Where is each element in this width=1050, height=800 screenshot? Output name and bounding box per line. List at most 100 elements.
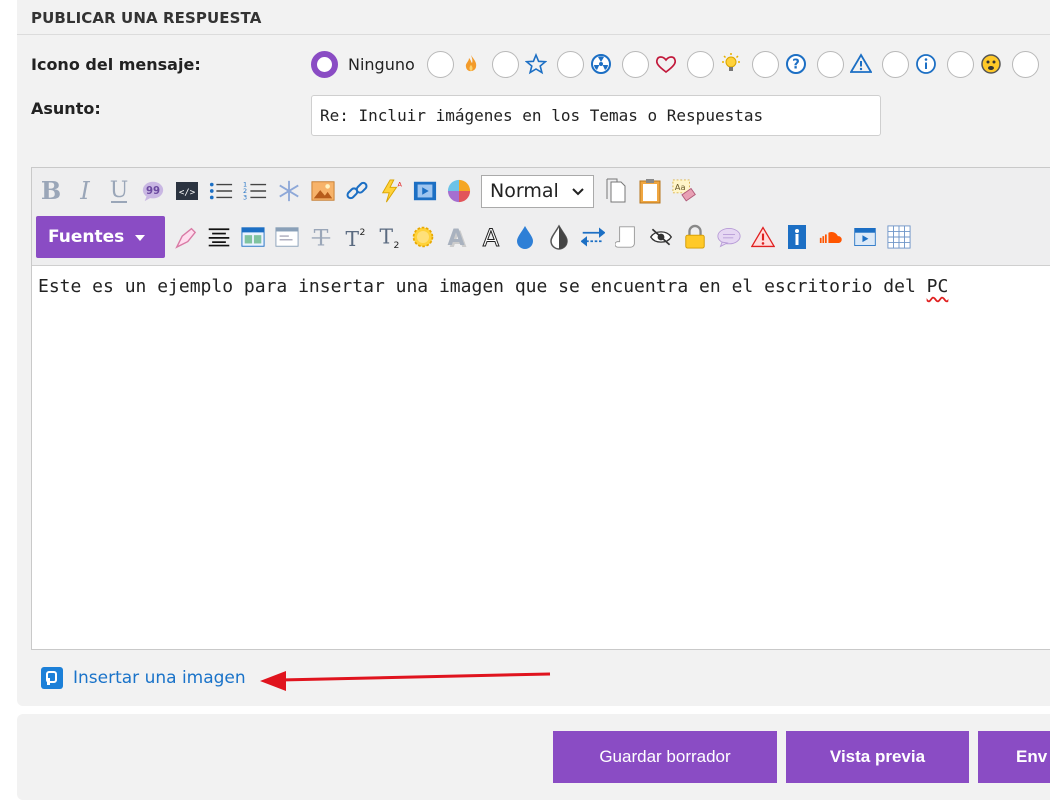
svg-text:2: 2: [359, 227, 365, 238]
superscript-icon[interactable]: T2: [343, 224, 367, 250]
fonts-button[interactable]: Fuentes: [36, 216, 165, 258]
subject-input[interactable]: Re: Incluir imágenes en los Temas o Resp…: [311, 95, 881, 136]
warning-icon: [849, 52, 873, 76]
svg-text:U: U: [110, 178, 129, 203]
outline-text-icon[interactable]: A: [479, 224, 503, 250]
radio-button[interactable]: [311, 50, 338, 78]
icon-option-more[interactable]: [1011, 50, 1039, 78]
icon-option-star[interactable]: [491, 50, 557, 78]
lightbulb-icon: [719, 52, 743, 76]
subscript-icon[interactable]: T2: [377, 224, 401, 250]
video-icon[interactable]: [413, 178, 437, 204]
align-center-icon[interactable]: [207, 224, 231, 250]
radio-button[interactable]: [881, 50, 909, 78]
star-icon: [524, 52, 548, 76]
shadow-text-icon[interactable]: AA: [445, 224, 469, 250]
quote-icon[interactable]: 99: [141, 178, 165, 204]
radio-button[interactable]: [621, 50, 649, 78]
grid-table-icon[interactable]: [887, 224, 911, 250]
caret-down-icon: [134, 227, 146, 247]
strikethrough-t-icon[interactable]: T: [309, 224, 333, 250]
asterisk-icon[interactable]: [277, 178, 301, 204]
image-icon[interactable]: [311, 178, 335, 204]
scroll-icon[interactable]: [615, 224, 639, 250]
svg-text:99: 99: [146, 186, 160, 197]
question-icon: ?: [784, 52, 808, 76]
fire-icon: [459, 52, 483, 76]
template-icon[interactable]: [275, 224, 299, 250]
radio-button[interactable]: [946, 50, 974, 78]
link-icon[interactable]: [345, 178, 369, 204]
remove-format-icon[interactable]: Aa: [672, 178, 696, 204]
emoji-icon: [979, 52, 1003, 76]
heart-icon: [654, 52, 678, 76]
paste-icon[interactable]: [638, 178, 662, 204]
soundcloud-icon[interactable]: [819, 224, 843, 250]
svg-text:2: 2: [393, 240, 399, 250]
svg-text:A: A: [483, 224, 500, 250]
radio-button[interactable]: [556, 50, 584, 78]
radio-button[interactable]: [686, 50, 714, 78]
font-size-select[interactable]: Normal: [481, 174, 594, 208]
send-button[interactable]: Env: [978, 731, 1050, 783]
message-icon-label: Icono del mensaje:: [31, 55, 201, 74]
preview-button[interactable]: Vista previa: [786, 731, 969, 783]
radio-button[interactable]: [816, 50, 844, 78]
icon-option-emoji[interactable]: [946, 50, 1012, 78]
bullet-list-icon[interactable]: [209, 178, 233, 204]
info-box-icon[interactable]: [785, 224, 809, 250]
svg-text:T: T: [379, 224, 393, 248]
icon-option-info[interactable]: [881, 50, 947, 78]
code-icon[interactable]: </>: [175, 178, 199, 204]
underline-icon[interactable]: U: [107, 178, 131, 204]
media-player-icon[interactable]: [853, 224, 877, 250]
save-draft-button[interactable]: Guardar borrador: [553, 731, 777, 783]
numbered-list-icon[interactable]: 123: [243, 178, 267, 204]
icon-option-warning[interactable]: [816, 50, 882, 78]
flash-icon[interactable]: A: [379, 178, 403, 204]
divider: [17, 34, 1050, 35]
panel-title: PUBLICAR UNA RESPUESTA: [31, 9, 262, 27]
icon-option-fire[interactable]: [426, 50, 492, 78]
message-icon-options: Ninguno ?: [311, 50, 1039, 78]
copy-icon[interactable]: [604, 178, 628, 204]
info-icon: [914, 52, 938, 76]
swap-arrows-icon[interactable]: [581, 224, 605, 250]
radio-button[interactable]: [751, 50, 779, 78]
table-icon[interactable]: [241, 224, 265, 250]
icon-option-radiation[interactable]: [556, 50, 622, 78]
icon-option-lightbulb[interactable]: [686, 50, 752, 78]
message-editor: B I U 99 </> 123 A Normal Aa Fuentes T T…: [31, 167, 1050, 650]
hide-eye-icon[interactable]: [649, 224, 673, 250]
radio-button[interactable]: [491, 50, 519, 78]
insert-image-label: Insertar una imagen: [73, 668, 246, 688]
insert-image-link[interactable]: Insertar una imagen: [41, 667, 246, 689]
misspelled-word: PC: [926, 276, 949, 297]
alert-icon[interactable]: [751, 224, 775, 250]
svg-text:T: T: [345, 227, 359, 250]
icon-option-question[interactable]: ?: [751, 50, 817, 78]
toolbar-row-1: B I U 99 </> 123 A Normal Aa: [39, 174, 706, 208]
editor-content[interactable]: Este es un ejemplo para insertar una ima…: [38, 276, 948, 297]
radio-button[interactable]: [1011, 50, 1039, 78]
color-wheel-icon[interactable]: [447, 178, 471, 204]
radiation-icon: [589, 52, 613, 76]
contrast-drop-icon[interactable]: [547, 224, 571, 250]
radio-button[interactable]: [426, 50, 454, 78]
icon-option-label: Ninguno: [348, 54, 415, 74]
speech-bubble-icon[interactable]: [717, 224, 741, 250]
subject-label: Asunto:: [31, 99, 101, 118]
italic-icon[interactable]: I: [73, 178, 97, 204]
drop-icon[interactable]: [513, 224, 537, 250]
svg-text:</>: </>: [179, 188, 196, 198]
svg-text:A: A: [447, 226, 464, 250]
icon-option-heart[interactable]: [621, 50, 687, 78]
font-size-value: Normal: [490, 180, 559, 202]
lock-icon[interactable]: [683, 224, 707, 250]
sun-glow-icon[interactable]: [411, 224, 435, 250]
icon-option-none[interactable]: Ninguno: [311, 50, 427, 78]
svg-text:?: ?: [792, 58, 800, 73]
bold-icon[interactable]: B: [39, 178, 63, 204]
highlighter-icon[interactable]: [173, 224, 197, 250]
annotation-arrow: [260, 671, 551, 691]
